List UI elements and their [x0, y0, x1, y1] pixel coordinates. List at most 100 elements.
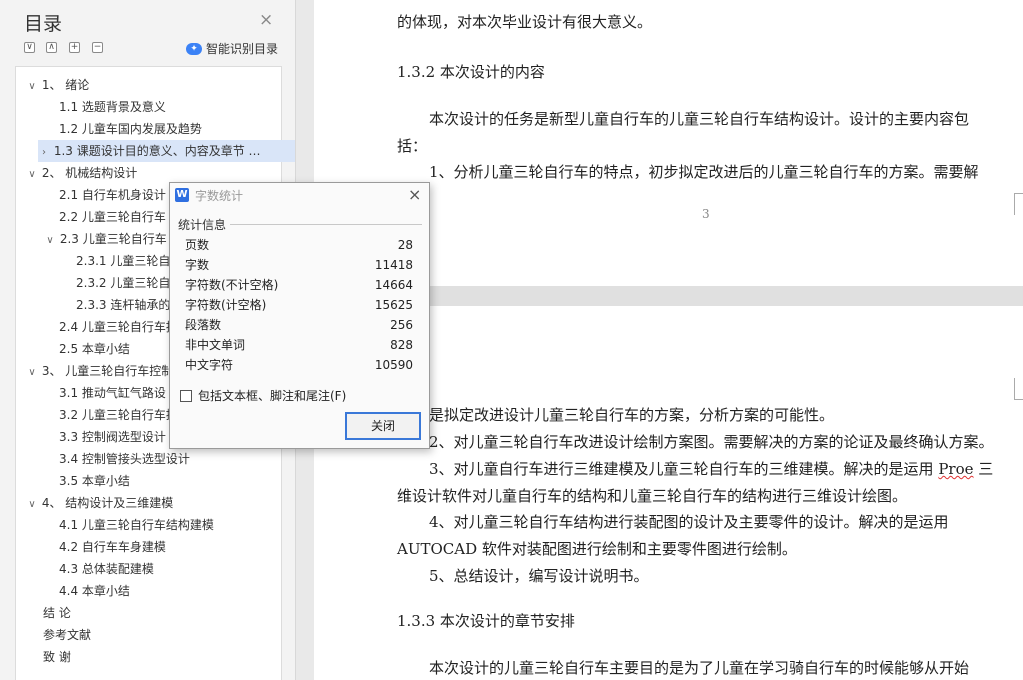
- toc-title: 目录: [24, 13, 63, 35]
- section-divider: [230, 224, 422, 225]
- toc-item-label: 1.2 儿童车国内发展及趋势: [59, 122, 202, 136]
- toc-item-4-3[interactable]: 4.3 总体装配建模: [59, 558, 324, 580]
- toc-item-label: 4.3 总体装配建模: [59, 562, 154, 576]
- page-number: 3: [702, 207, 710, 221]
- toc-item-label: 参考文献: [43, 628, 92, 642]
- chevron-down-icon[interactable]: ∨: [26, 362, 38, 382]
- dialog-titlebar[interactable]: W 字数统计 ×: [170, 183, 429, 207]
- toc-item-label: 4.4 本章小结: [59, 584, 130, 598]
- toc-item-ch1[interactable]: ∨ 1、 绪论: [26, 74, 291, 96]
- paragraph-text: 括：: [397, 137, 428, 155]
- paragraph-text: 3、对儿童自行车进行三维建模及儿童三轮自行车的三维建模。解决的是运用 Proe …: [429, 459, 993, 479]
- stat-row-non-chinese-words: 非中文单词 828: [185, 335, 413, 355]
- paragraph-text-part: 3、对儿童自行车进行三维建模及儿童三轮自行车的三维建模。解决的是运用: [429, 460, 934, 478]
- stat-label: 字数: [185, 258, 210, 272]
- smart-toc-label: 智能识别目录: [206, 42, 279, 56]
- toc-item-label: 3.4 控制管接头选型设计: [59, 452, 190, 466]
- stat-value: 14664: [374, 278, 413, 292]
- ai-icon: ✦: [186, 42, 202, 55]
- stat-value: 256: [390, 318, 413, 332]
- wps-app-icon: W: [175, 188, 189, 202]
- toc-item-label: 3.5 本章小结: [59, 474, 130, 488]
- checkbox-label: 包括文本框、脚注和尾注(F): [198, 389, 347, 403]
- paragraph-text: 维设计软件对儿童自行车的结构和儿童三轮自行车的结构进行三维设计绘图。: [397, 487, 908, 505]
- stat-value: 10590: [374, 358, 413, 372]
- stat-value: 828: [390, 338, 413, 352]
- paragraph-text: 是拟定改进设计儿童三轮自行车的方案，分析方案的可能性。: [429, 406, 835, 424]
- toc-item-label: 2.3.3 连杆轴承的选: [76, 298, 183, 312]
- section-heading-1-3-3: 1.3.3 本次设计的章节安排: [397, 612, 575, 630]
- toc-item-3-5[interactable]: 3.5 本章小结: [59, 470, 324, 492]
- checkbox-box[interactable]: [180, 389, 192, 402]
- add-heading-icon[interactable]: +: [69, 42, 80, 53]
- stats-section-label: 统计信息: [178, 218, 227, 232]
- paragraph-text: 5、总结设计，编写设计说明书。: [429, 567, 649, 585]
- toc-item-label: 结 论: [43, 606, 71, 620]
- stat-row-chinese-chars: 中文字符 10590: [185, 355, 413, 375]
- chevron-down-icon[interactable]: ∨: [44, 230, 56, 250]
- remove-heading-icon[interactable]: −: [92, 42, 103, 53]
- close-button[interactable]: 关闭: [345, 412, 421, 440]
- stat-row-chars-no-spaces: 字符数(不计空格) 14664: [185, 275, 413, 295]
- page-corner-mark: [1014, 378, 1023, 400]
- paragraph-text: 2、对儿童三轮自行车改进设计绘制方案图。需要解决的方案的论证及最终确认方案。: [429, 433, 994, 451]
- chevron-down-icon[interactable]: ∨: [26, 76, 38, 96]
- paragraph-text-part: 三: [978, 460, 994, 478]
- toc-item-label: 1、 绪论: [41, 78, 90, 92]
- toc-item-label: 1.1 选题背景及意义: [59, 100, 166, 114]
- stat-value: 28: [397, 238, 413, 252]
- toc-item-4-4[interactable]: 4.4 本章小结: [59, 580, 324, 602]
- toc-item-label: 1.3 课题设计目的意义、内容及章节 …: [53, 144, 261, 158]
- toc-item-1-3-selected[interactable]: › 1.3 课题设计目的意义、内容及章节 …: [38, 140, 295, 162]
- stat-value: 11418: [374, 258, 413, 272]
- toc-item-conclusion[interactable]: 结 论: [43, 602, 308, 624]
- toc-item-label: 2.4 儿童三轮自行车推: [59, 320, 178, 334]
- word-count-dialog: W 字数统计 × 统计信息 页数 28 字数 11418 字符数(不计空格) 1466…: [169, 182, 430, 449]
- stat-row-chars-with-spaces: 字符数(计空格) 15625: [185, 295, 413, 315]
- stat-row-pages: 页数 28: [185, 235, 413, 255]
- smart-toc-button[interactable]: ✦ 智能识别目录: [186, 40, 278, 57]
- toc-item-4-2[interactable]: 4.2 自行车车身建模: [59, 536, 324, 558]
- section-heading-1-3-2: 1.3.2 本次设计的内容: [397, 63, 545, 81]
- toc-item-references[interactable]: 参考文献: [43, 624, 308, 646]
- toc-item-4-1[interactable]: 4.1 儿童三轮自行车结构建模: [59, 514, 324, 536]
- toc-item-label: 3、 儿童三轮自行车控制: [41, 364, 174, 378]
- toc-close-icon[interactable]: ×: [259, 12, 273, 29]
- paragraph-text: 1、分析儿童三轮自行车的特点，初步拟定改进后的儿童三轮自行车的方案。需要解: [429, 163, 979, 181]
- toc-item-label: 2、 机械结构设计: [41, 166, 138, 180]
- toc-item-label: 2.2 儿童三轮自行车: [59, 210, 166, 224]
- toc-item-label: 3.3 控制阀选型设计: [59, 430, 166, 444]
- toc-item-label: 2.3 儿童三轮自行车: [59, 232, 167, 246]
- chevron-right-icon[interactable]: ›: [38, 142, 50, 162]
- toc-item-label: 4.1 儿童三轮自行车结构建模: [59, 518, 214, 532]
- stat-label: 段落数: [185, 318, 222, 332]
- page-corner-mark: [1014, 193, 1023, 215]
- toc-item-ch4[interactable]: ∨ 4、 结构设计及三维建模: [26, 492, 291, 514]
- stat-label: 页数: [185, 238, 210, 252]
- close-icon[interactable]: ×: [408, 185, 421, 204]
- toc-item-ch2[interactable]: ∨ 2、 机械结构设计: [26, 162, 291, 184]
- stat-row-words: 字数 11418: [185, 255, 413, 275]
- stat-label: 非中文单词: [185, 338, 246, 352]
- stat-row-paragraphs: 段落数 256: [185, 315, 413, 335]
- dialog-title: 字数统计: [195, 189, 244, 203]
- toc-item-label: 致 谢: [43, 650, 71, 664]
- toc-item-label: 2.1 自行车机身设计: [59, 188, 166, 202]
- toc-item-1-2[interactable]: 1.2 儿童车国内发展及趋势: [59, 118, 324, 140]
- stat-label: 中文字符: [185, 358, 234, 372]
- chevron-down-icon[interactable]: ∨: [26, 494, 38, 514]
- spellcheck-word[interactable]: Proe: [938, 460, 973, 478]
- expand-up-icon[interactable]: ∧: [46, 42, 57, 53]
- paragraph-text: AUTOCAD 软件对装配图进行绘制和主要零件图进行绘制。: [397, 540, 797, 558]
- toc-item-label: 3.1 推动气缸气路设: [59, 386, 166, 400]
- toc-item-label: 2.3.2 儿童三轮自: [76, 276, 171, 290]
- include-textbox-footnotes-checkbox[interactable]: 包括文本框、脚注和尾注(F): [180, 387, 346, 404]
- chevron-down-icon[interactable]: ∨: [26, 164, 38, 184]
- collapse-all-icon[interactable]: ∨: [24, 42, 35, 53]
- toc-item-1-1[interactable]: 1.1 选题背景及意义: [59, 96, 324, 118]
- toc-item-3-4[interactable]: 3.4 控制管接头选型设计: [59, 448, 324, 470]
- toc-item-label: 3.2 儿童三轮自行车控: [59, 408, 178, 422]
- paragraph-text: 的体现，对本次毕业设计有很大意义。: [397, 13, 653, 31]
- toc-item-acknowledgements[interactable]: 致 谢: [43, 646, 308, 668]
- paragraph-text: 本次设计的儿童三轮自行车主要目的是为了儿童在学习骑自行车的时候能够从开始: [429, 659, 970, 677]
